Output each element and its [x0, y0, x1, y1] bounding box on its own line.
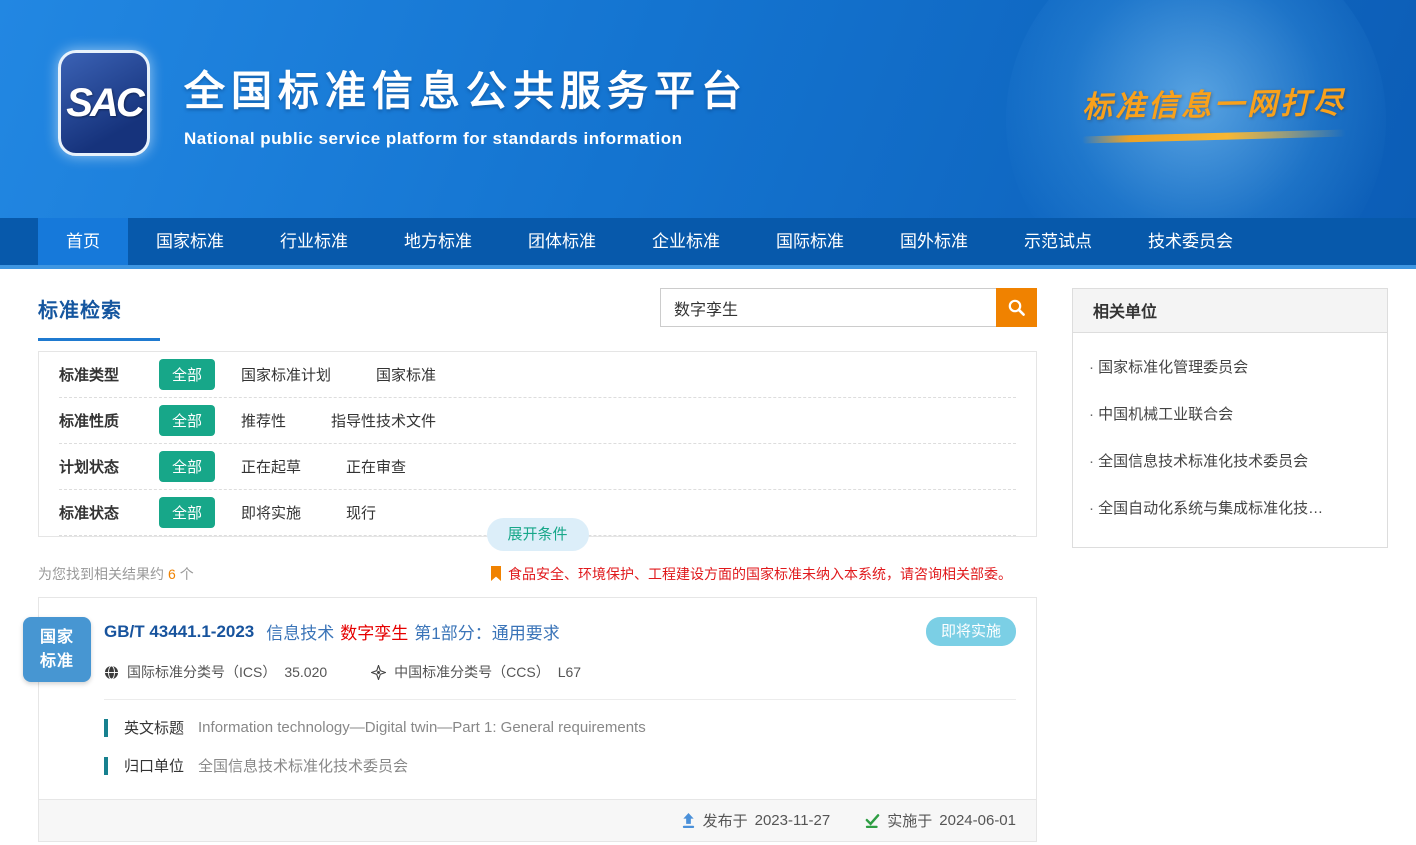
sidebar-item-sac[interactable]: 国家标准化管理委员会 — [1073, 343, 1387, 390]
results-count: 为您找到相关结果约6个 — [38, 564, 194, 584]
nav-item-international-standards[interactable]: 国际标准 — [748, 218, 872, 265]
filter-all-button[interactable]: 全部 — [159, 359, 215, 390]
filter-option[interactable]: 正在起草 — [241, 456, 301, 477]
implement-label: 实施于 — [887, 810, 932, 831]
filter-all-button[interactable]: 全部 — [159, 497, 215, 528]
implement-date-group: 实施于 2024-06-01 — [864, 810, 1016, 831]
sidebar-item-it-standardization-committee[interactable]: 全国信息技术标准化技术委员会 — [1073, 437, 1387, 484]
notice-text: 食品安全、环境保护、工程建设方面的国家标准未纳入本系统，请咨询相关部委。 — [508, 564, 1012, 584]
nav-item-local-standards[interactable]: 地方标准 — [376, 218, 500, 265]
sidebar-item-automation-committee[interactable]: 全国自动化系统与集成标准化技… — [1073, 484, 1387, 531]
site-subtitle: National public service platform for sta… — [184, 129, 748, 149]
filter-option[interactable]: 推荐性 — [241, 410, 286, 431]
nav-item-home[interactable]: 首页 — [38, 218, 128, 265]
ccs-value: L67 — [558, 664, 581, 680]
status-badge: 即将实施 — [926, 617, 1016, 646]
sidebar-item-machinery-federation[interactable]: 中国机械工业联合会 — [1073, 390, 1387, 437]
ics-group: 国际标准分类号（ICS） 35.020 — [104, 662, 327, 682]
header-slogan-text: 标准信息一网打尽 — [1082, 78, 1347, 127]
implement-date: 2024-06-01 — [939, 812, 1016, 829]
filter-label: 计划状态 — [59, 456, 159, 477]
result-card: 国家 标准 GB/T 43441.1-2023 信息技术数字孪生第1部分：通用要… — [38, 597, 1037, 842]
filter-label: 标准性质 — [59, 410, 159, 431]
sac-logo-text: SAC — [66, 81, 141, 126]
related-units-panel: 相关单位 国家标准化管理委员会 中国机械工业联合会 全国信息技术标准化技术委员会… — [1072, 288, 1388, 548]
unit-label: 归口单位 — [124, 755, 184, 776]
implement-icon — [864, 813, 880, 829]
filter-option[interactable]: 指导性技术文件 — [331, 410, 436, 431]
card-footer: 发布于 2023-11-27 实施于 2024-06-01 — [39, 799, 1036, 841]
standard-code[interactable]: GB/T 43441.1-2023 — [104, 622, 254, 642]
filter-label: 标准状态 — [59, 502, 159, 523]
nav-item-group-standards[interactable]: 团体标准 — [500, 218, 624, 265]
filter-all-button[interactable]: 全部 — [159, 405, 215, 436]
filter-panel: 标准类型 全部 国家标准计划 国家标准 标准性质 全部 推荐性 指导性技术文件 … — [38, 351, 1037, 537]
standard-type-badge: 国家 标准 — [23, 617, 91, 682]
nav-item-foreign-standards[interactable]: 国外标准 — [872, 218, 996, 265]
ccs-label: 中国标准分类号（CCS） — [394, 662, 550, 682]
teal-bar — [104, 757, 108, 775]
search-button[interactable] — [996, 288, 1037, 327]
search-input[interactable] — [660, 288, 996, 327]
nav-item-national-standards[interactable]: 国家标准 — [128, 218, 252, 265]
highlight-term: 数字孪生 — [340, 624, 408, 643]
filter-label: 标准类型 — [59, 364, 159, 385]
filter-row-standard-type: 标准类型 全部 国家标准计划 国家标准 — [59, 352, 1016, 398]
unit-row: 归口单位 全国信息技术标准化技术委员会 — [104, 755, 1016, 776]
notice: 食品安全、环境保护、工程建设方面的国家标准未纳入本系统，请咨询相关部委。 — [490, 564, 1012, 584]
publish-label: 发布于 — [703, 810, 748, 831]
main-nav: 首页 国家标准 行业标准 地方标准 团体标准 企业标准 国际标准 国外标准 示范… — [0, 218, 1416, 265]
standard-title[interactable]: 信息技术数字孪生第1部分：通用要求 — [266, 619, 559, 644]
teal-bar — [104, 719, 108, 737]
header-slogan: 标准信息一网打尽 — [1082, 80, 1346, 140]
sidebar-title: 相关单位 — [1073, 289, 1387, 333]
nav-item-technical-committee[interactable]: 技术委员会 — [1120, 218, 1261, 265]
filter-option[interactable]: 国家标准计划 — [241, 364, 331, 385]
publish-date-group: 发布于 2023-11-27 — [681, 810, 831, 831]
filter-row-plan-status: 计划状态 全部 正在起草 正在审查 — [59, 444, 1016, 490]
search-box — [660, 288, 1037, 327]
unit-value: 全国信息技术标准化技术委员会 — [198, 755, 408, 776]
site-title: 全国标准信息公共服务平台 — [184, 57, 748, 117]
bookmark-icon — [490, 566, 502, 582]
nav-item-industry-standards[interactable]: 行业标准 — [252, 218, 376, 265]
filter-option[interactable]: 即将实施 — [241, 502, 301, 523]
filter-option[interactable]: 国家标准 — [376, 364, 436, 385]
english-title-value: Information technology—Digital twin—Part… — [198, 719, 646, 736]
publish-date: 2023-11-27 — [755, 812, 831, 829]
title-underline — [38, 338, 160, 341]
section-head: 标准检索 — [38, 288, 160, 341]
expand-conditions-button[interactable]: 展开条件 — [486, 518, 588, 551]
nav-item-enterprise-standards[interactable]: 企业标准 — [624, 218, 748, 265]
publish-icon — [681, 813, 696, 829]
nav-item-pilot[interactable]: 示范试点 — [996, 218, 1120, 265]
ccs-group: 中国标准分类号（CCS） L67 — [371, 662, 581, 682]
compass-icon — [371, 665, 386, 680]
ics-label: 国际标准分类号（ICS） — [127, 662, 276, 682]
filter-all-button[interactable]: 全部 — [159, 451, 215, 482]
english-title-row: 英文标题 Information technology—Digital twin… — [104, 717, 1016, 738]
results-count-number: 6 — [168, 566, 176, 582]
site-header: SAC 全国标准信息公共服务平台 National public service… — [0, 0, 1416, 218]
page-title: 标准检索 — [38, 294, 160, 323]
search-icon — [1007, 298, 1026, 317]
filter-row-standard-nature: 标准性质 全部 推荐性 指导性技术文件 — [59, 398, 1016, 444]
globe-icon — [104, 665, 119, 680]
english-title-label: 英文标题 — [124, 717, 184, 738]
filter-option[interactable]: 正在审查 — [346, 456, 406, 477]
sac-logo: SAC — [58, 50, 150, 156]
filter-option[interactable]: 现行 — [346, 502, 376, 523]
ics-value: 35.020 — [284, 664, 327, 680]
